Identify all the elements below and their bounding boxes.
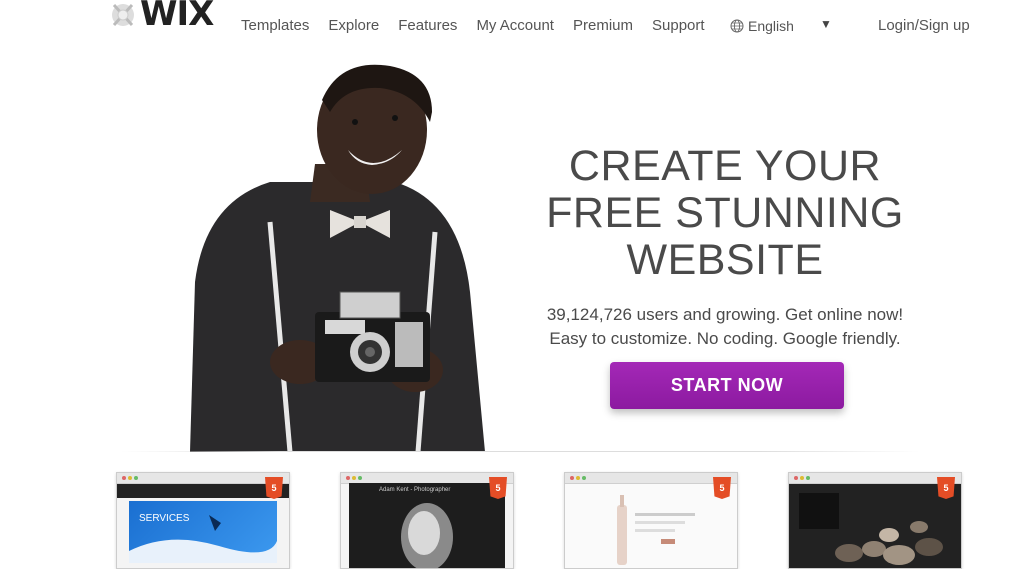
logo-emblem-icon: [108, 0, 138, 29]
browser-bar: [117, 473, 289, 484]
hero-subtext: 39,124,726 users and growing. Get online…: [520, 303, 930, 351]
nav-templates[interactable]: Templates: [241, 17, 309, 34]
subtext-line-1: 39,124,726 users and growing. Get online…: [546, 305, 904, 324]
subtext-line-2: Easy to customize. No coding. Google fri…: [549, 329, 901, 348]
login-signup-link[interactable]: Login/Sign up: [878, 17, 970, 34]
globe-icon: [730, 19, 744, 33]
headline-line-2: FREE STUNNING: [546, 189, 904, 237]
template-header: [117, 484, 289, 498]
wix-logo[interactable]: WIX: [108, 0, 214, 34]
html5-badge-icon: 5: [937, 477, 955, 499]
nav-support[interactable]: Support: [652, 17, 705, 34]
template-thumb-2[interactable]: Adam Kent - Photographer 5: [340, 472, 514, 569]
nav-my-account[interactable]: My Account: [476, 17, 554, 34]
template-hero-area: SERVICES: [129, 501, 277, 563]
chevron-down-icon[interactable]: ▼: [820, 17, 832, 31]
headline-line-1: CREATE YOUR: [568, 142, 882, 190]
language-selector[interactable]: English: [730, 18, 794, 34]
html5-badge-icon: 5: [265, 477, 283, 499]
nav-premium[interactable]: Premium: [573, 17, 633, 34]
pebbles-illustration: [799, 493, 943, 565]
template-thumb-3[interactable]: 5: [564, 472, 738, 569]
html5-badge-icon: 5: [713, 477, 731, 499]
nav-explore[interactable]: Explore: [328, 17, 379, 34]
language-label: English: [748, 18, 794, 34]
nav-features[interactable]: Features: [398, 17, 457, 34]
hero-photographer-image: [150, 52, 530, 453]
html5-badge-icon: 5: [489, 477, 507, 499]
headline-line-3: WEBSITE: [626, 236, 824, 284]
start-now-button[interactable]: START NOW: [610, 362, 844, 409]
logo-text: WIX: [140, 0, 214, 34]
template-thumb-4[interactable]: 5: [788, 472, 962, 569]
template-previews: SERVICES 5 Adam Kent - Photographer 5 5: [0, 472, 1024, 569]
template-label-photographer: Adam Kent - Photographer: [379, 487, 451, 493]
hero-headline: CREATE YOUR FREE STUNNING WEBSITE: [530, 143, 920, 284]
template-dark-bg: Adam Kent - Photographer: [349, 483, 505, 568]
template-thumb-1[interactable]: SERVICES 5: [116, 472, 290, 569]
template-label-services: SERVICES: [139, 513, 190, 524]
bottle-illustration: [617, 495, 695, 565]
hero-divider: [120, 451, 920, 452]
main-nav: Templates Explore Features My Account Pr…: [241, 17, 724, 34]
